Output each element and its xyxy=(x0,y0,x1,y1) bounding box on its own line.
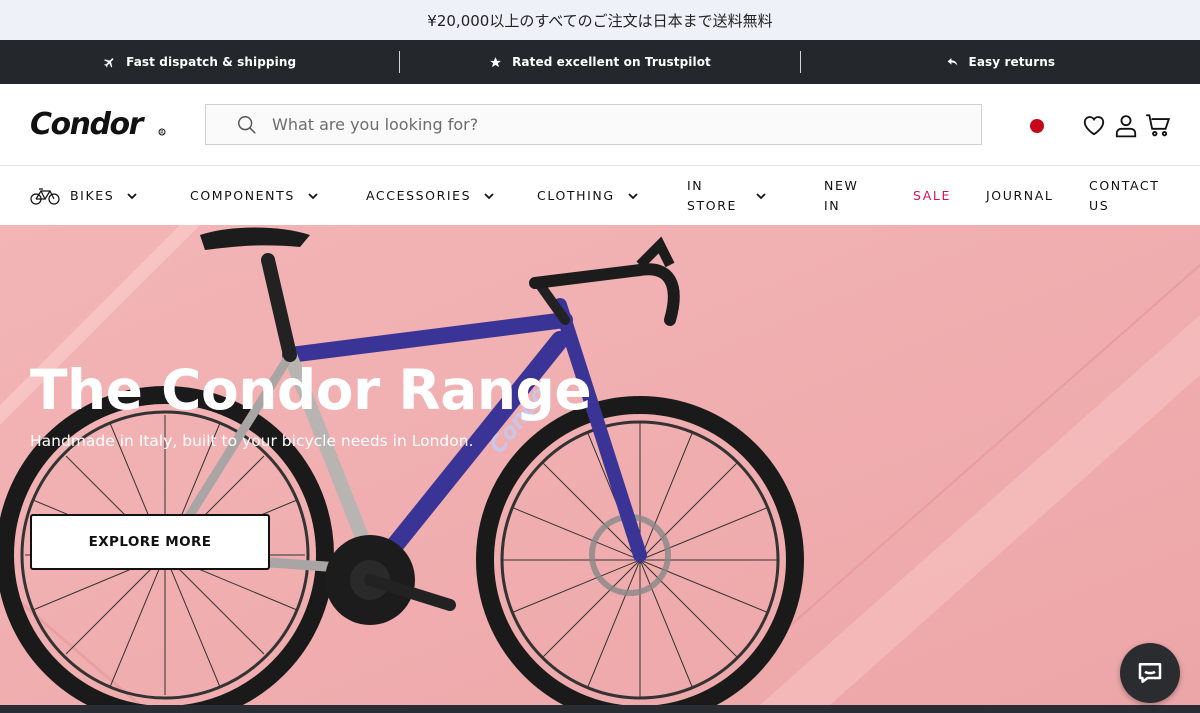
site-header: Condor R xyxy=(0,84,1200,166)
star-icon xyxy=(490,56,501,67)
chevron-down-icon xyxy=(484,192,494,199)
hero-banner: Condor The Condor Range Handmade in Ital… xyxy=(0,225,1200,705)
svg-text:Condor: Condor xyxy=(30,108,146,142)
heart-icon xyxy=(1083,116,1105,136)
nav-label: JOURNAL xyxy=(986,187,1054,203)
nav-label: BIKES xyxy=(70,187,115,203)
chevron-down-icon xyxy=(756,192,766,199)
cart-button[interactable] xyxy=(1145,112,1171,138)
nav-label: ACCESSORIES xyxy=(366,187,472,203)
explore-more-button[interactable]: EXPLORE MORE xyxy=(30,514,270,570)
nav-label: SALE xyxy=(913,187,951,203)
nav-label: CLOTHING xyxy=(537,187,615,203)
usp-item-shipping: Fast dispatch & shipping xyxy=(0,51,399,73)
nav-label: CONTACT US xyxy=(1089,177,1160,213)
return-arrow-icon xyxy=(947,57,957,66)
chevron-down-icon xyxy=(127,192,137,199)
chat-bubble-icon xyxy=(1138,663,1162,683)
nav-item-sale[interactable]: SALE xyxy=(913,166,951,225)
nav-item-in-store[interactable]: IN STORE xyxy=(687,166,767,225)
nav-item-new-in[interactable]: NEW IN xyxy=(824,166,864,225)
section-divider xyxy=(0,705,1200,713)
cart-icon xyxy=(1146,114,1171,137)
user-icon xyxy=(1115,115,1137,138)
plane-icon xyxy=(104,57,114,67)
nav-item-contact-us[interactable]: CONTACT US xyxy=(1089,166,1159,225)
search-icon xyxy=(238,115,256,134)
search-input[interactable] xyxy=(272,115,872,134)
promo-text: ¥20,000以上のすべてのご注文は日本まで送料無料 xyxy=(427,11,773,30)
country-flag-selector[interactable] xyxy=(1030,119,1044,133)
usp-label: Rated excellent on Trustpilot xyxy=(512,55,711,69)
nav-item-components[interactable]: COMPONENTS xyxy=(190,166,319,225)
chat-widget-button[interactable] xyxy=(1120,643,1180,703)
chevron-down-icon xyxy=(628,192,638,199)
bicycle-icon xyxy=(30,187,60,205)
chevron-down-icon xyxy=(308,192,318,199)
promo-banner: ¥20,000以上のすべてのご注文は日本まで送料無料 xyxy=(0,0,1200,40)
hero-bicycle-image: Condor xyxy=(0,225,1200,705)
nav-label: COMPONENTS xyxy=(190,187,295,203)
nav-item-accessories[interactable]: ACCESSORIES xyxy=(366,166,495,225)
nav-item-clothing[interactable]: CLOTHING xyxy=(537,166,639,225)
usp-label: Easy returns xyxy=(968,55,1056,69)
main-navigation: BIKES COMPONENTS ACCESSORIES CLOTHING IN… xyxy=(0,166,1200,225)
svg-text:R: R xyxy=(160,130,164,136)
usp-item-returns: Easy returns xyxy=(799,51,1200,73)
nav-label: NEW IN xyxy=(824,177,859,213)
usp-item-trustpilot: Rated excellent on Trustpilot xyxy=(399,51,799,73)
nav-label: IN STORE xyxy=(687,177,737,213)
hero-title: The Condor Range xyxy=(30,358,592,422)
hero-subtitle: Handmade in Italy, built to your bicycle… xyxy=(30,432,474,450)
nav-item-journal[interactable]: JOURNAL xyxy=(986,166,1053,225)
wishlist-button[interactable] xyxy=(1081,112,1107,138)
usp-label: Fast dispatch & shipping xyxy=(126,55,297,69)
nav-item-bikes[interactable]: BIKES xyxy=(30,166,138,225)
usp-bar: Fast dispatch & shipping Rated excellent… xyxy=(0,40,1200,84)
condor-logo[interactable]: Condor R xyxy=(30,108,168,142)
search-bar[interactable] xyxy=(205,104,982,145)
account-button[interactable] xyxy=(1113,112,1139,138)
